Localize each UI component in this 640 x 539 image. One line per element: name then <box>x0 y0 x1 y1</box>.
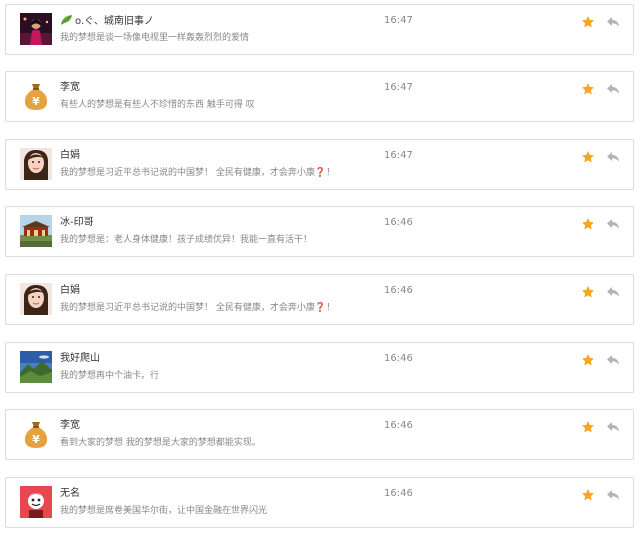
post-time: 16:47 <box>384 82 413 93</box>
post-time: 16:46 <box>384 488 413 499</box>
post-text: 我的梦想再中个油卡。行 <box>60 370 159 383</box>
question-emoji: ❓！ <box>314 168 336 178</box>
reply-icon[interactable] <box>606 16 620 28</box>
post-text-body: 有些人的梦想是有些人不珍惜的东西 触手可得 叹 <box>60 100 255 110</box>
post-time: 16:46 <box>384 217 413 228</box>
star-icon[interactable] <box>581 82 595 96</box>
post-text-body: 我的梦想是习近平总书记说的中国梦！ 全民有健康，才会奔小康 <box>60 168 315 178</box>
post-card: 白娟我的梦想是习近平总书记说的中国梦！ 全民有健康，才会奔小康❓！ 16:47 <box>5 139 634 190</box>
reply-icon[interactable] <box>606 83 620 95</box>
night-portrait-avatar[interactable] <box>20 13 52 45</box>
money-bag-avatar[interactable]: ¥ <box>20 80 52 112</box>
post-text: 有些人的梦想是有些人不珍惜的东西 触手可得 叹 <box>60 99 255 112</box>
svg-text:¥: ¥ <box>32 95 40 108</box>
post-text: 我的梦想是：老人身体健康！孩子成绩优异！我能一直有活干！ <box>60 234 312 247</box>
post-text: 看到大家的梦想 我的梦想是大家的梦想都能实现。 <box>60 437 261 450</box>
user-name-text: 无名 <box>60 488 80 499</box>
user-name-text: 李宽 <box>60 82 80 93</box>
user-name[interactable]: 李宽 <box>60 419 80 433</box>
user-name-text: 白娟 <box>60 150 80 161</box>
girl-portrait-avatar[interactable] <box>20 283 52 315</box>
post-text-body: 我的梦想是席卷美国华尔街，让中国金融在世界闪光 <box>60 506 268 516</box>
star-icon[interactable] <box>581 15 595 29</box>
red-face-avatar[interactable] <box>20 486 52 518</box>
user-name[interactable]: 无名 <box>60 487 80 501</box>
user-name-text: 我好爬山 <box>60 353 100 364</box>
reply-icon[interactable] <box>606 489 620 501</box>
reply-icon[interactable] <box>606 218 620 230</box>
user-name[interactable]: 我好爬山 <box>60 352 100 366</box>
post-time: 16:46 <box>384 353 413 364</box>
user-name-text: 冰-印哥 <box>60 217 94 228</box>
user-name-text: 白娟 <box>60 285 80 296</box>
post-time: 16:47 <box>384 150 413 161</box>
post-text-body: 我的梦想是：老人身体健康！孩子成绩优异！我能一直有活干！ <box>60 235 313 245</box>
post-card: ¥ 李宽看到大家的梦想 我的梦想是大家的梦想都能实现。 16:46 <box>5 409 634 460</box>
mountain-landscape-avatar[interactable] <box>20 351 52 383</box>
temple-landscape-avatar[interactable] <box>20 215 52 247</box>
star-icon[interactable] <box>581 420 595 434</box>
star-icon[interactable] <box>581 488 595 502</box>
comment-feed: o.ぐ、城南旧事ノ 我的梦想是谈一场像电视里一样轰轰烈烈的爱情 16:47 ¥ 李宽 有些… <box>0 0 640 539</box>
post-text: 我的梦想是席卷美国华尔街，让中国金融在世界闪光 <box>60 505 267 518</box>
post-time: 16:46 <box>384 285 413 296</box>
post-text: 我的梦想是习近平总书记说的中国梦！ 全民有健康，才会奔小康❓！ <box>60 167 335 180</box>
star-icon[interactable] <box>581 285 595 299</box>
user-name[interactable]: 李宽 <box>60 81 80 95</box>
post-text-body: 我的梦想是谈一场像电视里一样轰轰烈烈的爱情 <box>60 33 250 43</box>
post-text-body: 我的梦想是习近平总书记说的中国梦！ 全民有健康，才会奔小康 <box>60 303 315 313</box>
user-name[interactable]: 冰-印哥 <box>60 216 94 230</box>
post-text: 我的梦想是谈一场像电视里一样轰轰烈烈的爱情 <box>60 32 249 45</box>
post-card: 冰-印哥我的梦想是：老人身体健康！孩子成绩优异！我能一直有活干！ 16:46 <box>5 206 634 257</box>
post-text: 我的梦想是习近平总书记说的中国梦！ 全民有健康，才会奔小康❓！ <box>60 302 335 315</box>
girl-portrait-avatar[interactable] <box>20 148 52 180</box>
reply-icon[interactable] <box>606 151 620 163</box>
post-text-body: 我的梦想再中个油卡。行 <box>60 371 160 381</box>
star-icon[interactable] <box>581 353 595 367</box>
star-icon[interactable] <box>581 150 595 164</box>
post-card: ¥ 李宽有些人的梦想是有些人不珍惜的东西 触手可得 叹 16:47 <box>5 71 634 122</box>
post-card: 无名我的梦想是席卷美国华尔街，让中国金融在世界闪光 16:46 <box>5 477 634 528</box>
post-time: 16:46 <box>384 420 413 431</box>
post-card: 我好爬山我的梦想再中个油卡。行 16:46 <box>5 342 634 393</box>
post-card: o.ぐ、城南旧事ノ我的梦想是谈一场像电视里一样轰轰烈烈的爱情 16:47 <box>5 4 634 55</box>
user-name[interactable]: 白娟 <box>60 284 80 298</box>
leaf-icon <box>60 14 74 31</box>
reply-icon[interactable] <box>606 286 620 298</box>
post-time: 16:47 <box>384 15 413 26</box>
user-name-text: o.ぐ、城南旧事ノ <box>75 16 154 27</box>
user-name[interactable]: o.ぐ、城南旧事ノ <box>60 14 154 31</box>
post-card: 白娟我的梦想是习近平总书记说的中国梦！ 全民有健康，才会奔小康❓！ 16:46 <box>5 274 634 325</box>
reply-icon[interactable] <box>606 354 620 366</box>
reply-icon[interactable] <box>606 421 620 433</box>
user-name-text: 李宽 <box>60 420 80 431</box>
post-text-body: 看到大家的梦想 我的梦想是大家的梦想都能实现。 <box>60 438 261 448</box>
star-icon[interactable] <box>581 217 595 231</box>
svg-text:¥: ¥ <box>32 433 40 446</box>
user-name[interactable]: 白娟 <box>60 149 80 163</box>
question-emoji: ❓！ <box>314 303 336 313</box>
money-bag-avatar[interactable]: ¥ <box>20 418 52 450</box>
